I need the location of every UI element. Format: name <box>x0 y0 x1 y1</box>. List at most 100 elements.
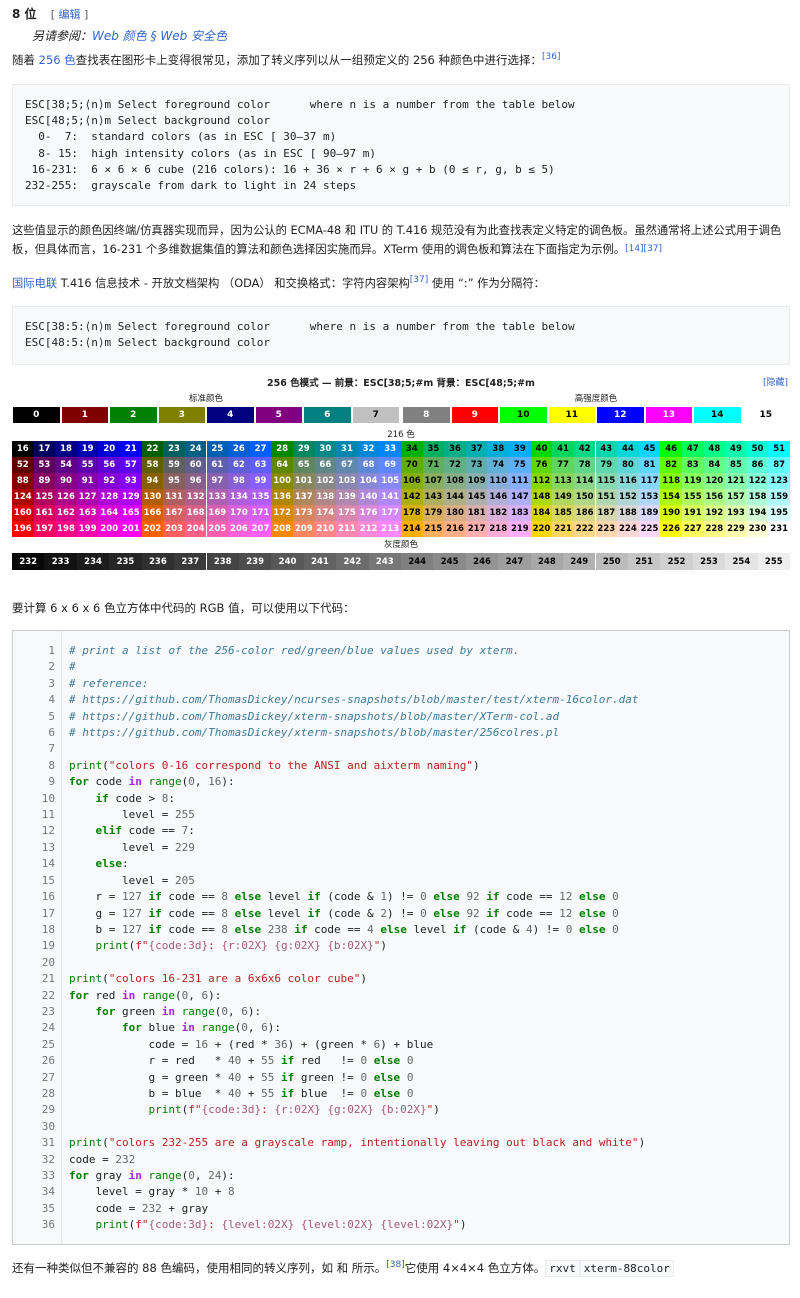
color-cell-48: 48 <box>703 441 726 457</box>
color-cell-160: 160 <box>12 505 34 521</box>
color-cell-124: 124 <box>12 489 34 505</box>
color-cell-11: 11 <box>548 407 595 423</box>
color-cell-104: 104 <box>357 473 380 489</box>
color-cell-57: 57 <box>120 457 142 473</box>
color-cell-83: 83 <box>681 457 704 473</box>
color-cell-250: 250 <box>595 553 628 570</box>
color-cell-79: 79 <box>595 457 618 473</box>
color-cell-170: 170 <box>228 505 250 521</box>
color-cell-218: 218 <box>487 521 510 537</box>
color-cell-3: 3 <box>158 407 205 423</box>
color-cell-72: 72 <box>444 457 466 473</box>
color-cell-233: 233 <box>44 553 77 570</box>
color-cell-176: 176 <box>357 505 380 521</box>
color-cell-62: 62 <box>228 457 250 473</box>
color-cell-12: 12 <box>597 407 644 423</box>
color-cell-53: 53 <box>33 457 56 473</box>
color-cell-40: 40 <box>530 441 553 457</box>
web-colors-link[interactable]: Web 颜色 <box>92 29 147 43</box>
color-cell-162: 162 <box>55 505 77 521</box>
hide-table-toggle[interactable]: [隐藏] <box>763 375 788 388</box>
color-cell-77: 77 <box>552 457 574 473</box>
color-cell-239: 239 <box>238 553 272 570</box>
color-cell-33: 33 <box>379 441 401 457</box>
color-cell-163: 163 <box>76 505 99 521</box>
reference-36[interactable]: [36] <box>542 52 560 62</box>
reference-14-37[interactable]: [14][37] <box>625 244 662 254</box>
edit-section-link[interactable]: [ 编辑 ] <box>51 8 89 21</box>
color-cell-177: 177 <box>379 505 401 521</box>
color-cell-36: 36 <box>444 441 466 457</box>
itu-link[interactable]: 国际电联 <box>12 277 57 290</box>
color-table-256: 256 色模式 — 前景：ESC[38;5;#m 背景：ESC[48;5;#m … <box>12 373 790 573</box>
color-cell-203: 203 <box>163 521 185 537</box>
color-cell-46: 46 <box>660 441 682 457</box>
color-cell-38: 38 <box>487 441 510 457</box>
color-cell-212: 212 <box>357 521 380 537</box>
color-cell-209: 209 <box>292 521 315 537</box>
color-cell-210: 210 <box>314 521 337 537</box>
color-cell-249: 249 <box>563 553 596 570</box>
color-cell-164: 164 <box>98 505 121 521</box>
color-cell-54: 54 <box>55 457 77 473</box>
color-cell-60: 60 <box>184 457 207 473</box>
grayscale-colors-label: 灰度颜色 <box>383 540 418 550</box>
color-cell-49: 49 <box>725 441 747 457</box>
color-cell-201: 201 <box>120 521 142 537</box>
reference-37[interactable]: [37] <box>410 275 428 285</box>
color-cell-153: 153 <box>638 489 661 505</box>
color-cell-148: 148 <box>530 489 553 505</box>
color-cell-232: 232 <box>12 553 45 570</box>
color-cell-244: 244 <box>401 553 434 570</box>
color-cell-66: 66 <box>314 457 337 473</box>
color-cell-98: 98 <box>228 473 250 489</box>
256-color-link[interactable]: 256 色 <box>39 53 76 67</box>
color-cell-88: 88 <box>12 473 34 489</box>
color-cell-161: 161 <box>33 505 56 521</box>
color-cell-47: 47 <box>681 441 704 457</box>
xterm-88color-code: xterm-88color <box>579 1260 674 1277</box>
escape-sequence-code-block: ESC[38;5;⟨n⟩m Select foreground color wh… <box>12 84 790 206</box>
color-cell-101: 101 <box>292 473 315 489</box>
color-cell-224: 224 <box>617 521 639 537</box>
color-cell-135: 135 <box>249 489 272 505</box>
color-cell-51: 51 <box>768 441 790 457</box>
color-cell-146: 146 <box>487 489 510 505</box>
color-cell-141: 141 <box>379 489 401 505</box>
hatnote: 另请参阅：Web 颜色 § Web 安全色 <box>32 29 228 43</box>
color-cell-174: 174 <box>314 505 337 521</box>
color-cell-86: 86 <box>746 457 769 473</box>
color-cell-151: 151 <box>595 489 618 505</box>
color-cell-17: 17 <box>33 441 56 457</box>
color-cell-121: 121 <box>725 473 747 489</box>
color-cell-106: 106 <box>401 473 423 489</box>
reference-38[interactable]: [38] <box>386 1260 404 1270</box>
color-cell-39: 39 <box>509 441 531 457</box>
color-cell-190: 190 <box>660 505 682 521</box>
color-cell-90: 90 <box>55 473 77 489</box>
color-cell-221: 221 <box>552 521 574 537</box>
color-cell-143: 143 <box>422 489 445 505</box>
color-cell-219: 219 <box>509 521 531 537</box>
color-cell-157: 157 <box>725 489 747 505</box>
color-cell-120: 120 <box>703 473 726 489</box>
color-cell-100: 100 <box>271 473 293 489</box>
color-cell-6: 6 <box>304 407 351 423</box>
color-cell-125: 125 <box>33 489 56 505</box>
high-intensity-colors-label: 高强度颜色 <box>574 394 618 404</box>
color-cell-134: 134 <box>228 489 250 505</box>
color-cell-43: 43 <box>595 441 618 457</box>
color-cell-92: 92 <box>98 473 121 489</box>
color-cell-186: 186 <box>573 505 596 521</box>
color-cell-213: 213 <box>379 521 401 537</box>
color-cell-217: 217 <box>465 521 488 537</box>
web-safe-colors-link[interactable]: § Web 安全色 <box>147 29 228 43</box>
color-cell-140: 140 <box>357 489 380 505</box>
color-cell-13: 13 <box>645 407 692 423</box>
color-cell-193: 193 <box>725 505 747 521</box>
color-cell-14: 14 <box>694 407 741 423</box>
color-cell-23: 23 <box>163 441 185 457</box>
color-cell-133: 133 <box>206 489 229 505</box>
color-table-title: 256 色模式 — 前景：ESC[38;5;#m 背景：ESC[48;5;#m <box>267 378 535 389</box>
cube-colors-label: 216 色 <box>387 430 415 440</box>
